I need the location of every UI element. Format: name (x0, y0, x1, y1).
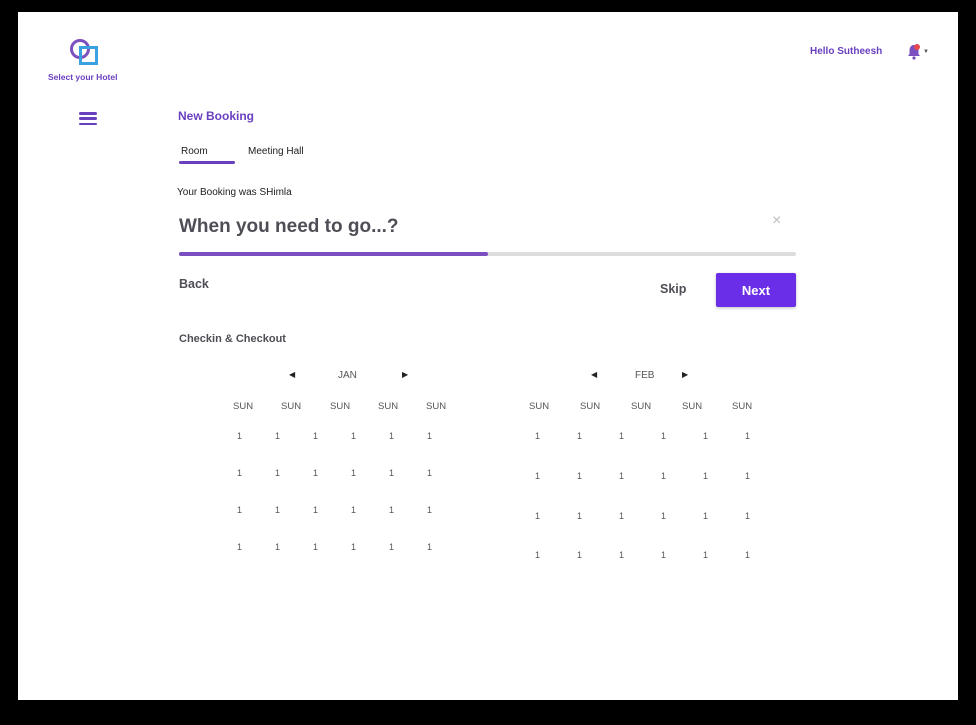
weekday-label: SUN (330, 401, 351, 412)
calendar-day[interactable]: 1 (661, 471, 666, 481)
calendar-day[interactable]: 1 (275, 431, 280, 441)
notification-bell-icon[interactable] (905, 43, 923, 61)
weekday-label: SUN (233, 401, 254, 412)
calendar-day[interactable]: 1 (351, 431, 356, 441)
calendar-day[interactable]: 1 (313, 468, 318, 478)
calendar-day[interactable]: 1 (275, 542, 280, 552)
page-title: New Booking (178, 109, 255, 123)
weekday-label: SUN (529, 401, 550, 412)
app-window: Select your Hotel Hello Sutheesh ▼ New B… (18, 12, 958, 700)
calendar-day[interactable]: 1 (703, 471, 708, 481)
calendar-day[interactable]: 1 (351, 505, 356, 515)
calendar-day[interactable]: 1 (577, 511, 582, 521)
calendar-day[interactable]: 1 (745, 550, 750, 560)
calendar-day[interactable]: 1 (237, 542, 242, 552)
calendar-day[interactable]: 1 (661, 511, 666, 521)
progress-fill (179, 252, 488, 256)
calendar-day[interactable]: 1 (535, 471, 540, 481)
calendar-day[interactable]: 1 (427, 542, 432, 552)
calendar-day[interactable]: 1 (237, 505, 242, 515)
calendar-day[interactable]: 1 (661, 431, 666, 441)
weekday-label: SUN (281, 401, 302, 412)
calendar-day[interactable]: 1 (389, 505, 394, 515)
back-button[interactable]: Back (179, 277, 209, 291)
calendar-day[interactable]: 1 (275, 505, 280, 515)
month-label: FEB (635, 370, 655, 381)
weekday-label: SUN (580, 401, 601, 412)
calendar-day[interactable]: 1 (535, 550, 540, 560)
calendar-day[interactable]: 1 (619, 550, 624, 560)
calendar-day[interactable]: 1 (661, 550, 666, 560)
tab-meeting-hall[interactable]: Meeting Hall (248, 146, 304, 157)
calendar-day[interactable]: 1 (389, 542, 394, 552)
calendar-day[interactable]: 1 (619, 511, 624, 521)
user-greeting[interactable]: Hello Sutheesh (810, 46, 882, 57)
calendar-day[interactable]: 1 (313, 505, 318, 515)
calendar-day[interactable]: 1 (275, 468, 280, 478)
next-month-icon[interactable]: ▶ (682, 370, 688, 379)
calendar-day[interactable]: 1 (389, 468, 394, 478)
hotel-logo-icon[interactable] (70, 39, 98, 67)
notification-badge (914, 44, 920, 50)
next-month-icon[interactable]: ▶ (402, 370, 408, 379)
active-tab-indicator (179, 161, 235, 164)
weekday-label: SUN (631, 401, 652, 412)
month-label: JAN (338, 370, 357, 381)
step-question: When you need to go...? (179, 216, 399, 237)
checkin-checkout-label: Checkin & Checkout (179, 333, 286, 345)
calendar-day[interactable]: 1 (313, 542, 318, 552)
chevron-down-icon[interactable]: ▼ (923, 49, 929, 55)
calendar-day[interactable]: 1 (745, 511, 750, 521)
skip-button[interactable]: Skip (660, 282, 686, 296)
close-icon[interactable]: × (772, 213, 781, 229)
prev-month-icon[interactable]: ◀ (591, 370, 597, 379)
calendar-day[interactable]: 1 (389, 431, 394, 441)
calendar-day[interactable]: 1 (619, 471, 624, 481)
weekday-label: SUN (732, 401, 753, 412)
menu-hamburger-icon[interactable] (79, 112, 97, 126)
progress-bar (179, 252, 796, 256)
logo-text[interactable]: Select your Hotel (48, 72, 117, 82)
calendar-day[interactable]: 1 (237, 468, 242, 478)
calendar-day[interactable]: 1 (703, 511, 708, 521)
weekday-label: SUN (682, 401, 703, 412)
calendar-day[interactable]: 1 (577, 471, 582, 481)
next-button[interactable]: Next (716, 273, 796, 307)
calendar-day[interactable]: 1 (703, 550, 708, 560)
calendar-day[interactable]: 1 (237, 431, 242, 441)
calendar-day[interactable]: 1 (577, 550, 582, 560)
weekday-label: SUN (378, 401, 399, 412)
calendar-day[interactable]: 1 (427, 505, 432, 515)
calendar-day[interactable]: 1 (535, 511, 540, 521)
calendar-day[interactable]: 1 (619, 431, 624, 441)
calendar-day[interactable]: 1 (745, 431, 750, 441)
calendar-day[interactable]: 1 (745, 471, 750, 481)
calendar-day[interactable]: 1 (313, 431, 318, 441)
calendar-day[interactable]: 1 (351, 468, 356, 478)
prev-month-icon[interactable]: ◀ (289, 370, 295, 379)
calendar-day[interactable]: 1 (577, 431, 582, 441)
calendar-day[interactable]: 1 (427, 468, 432, 478)
calendar-day[interactable]: 1 (535, 431, 540, 441)
calendar-day[interactable]: 1 (703, 431, 708, 441)
weekday-label: SUN (426, 401, 447, 412)
calendar-day[interactable]: 1 (427, 431, 432, 441)
booking-info: Your Booking was SHimla (177, 187, 292, 198)
tab-room[interactable]: Room (181, 146, 208, 157)
calendar-day[interactable]: 1 (351, 542, 356, 552)
